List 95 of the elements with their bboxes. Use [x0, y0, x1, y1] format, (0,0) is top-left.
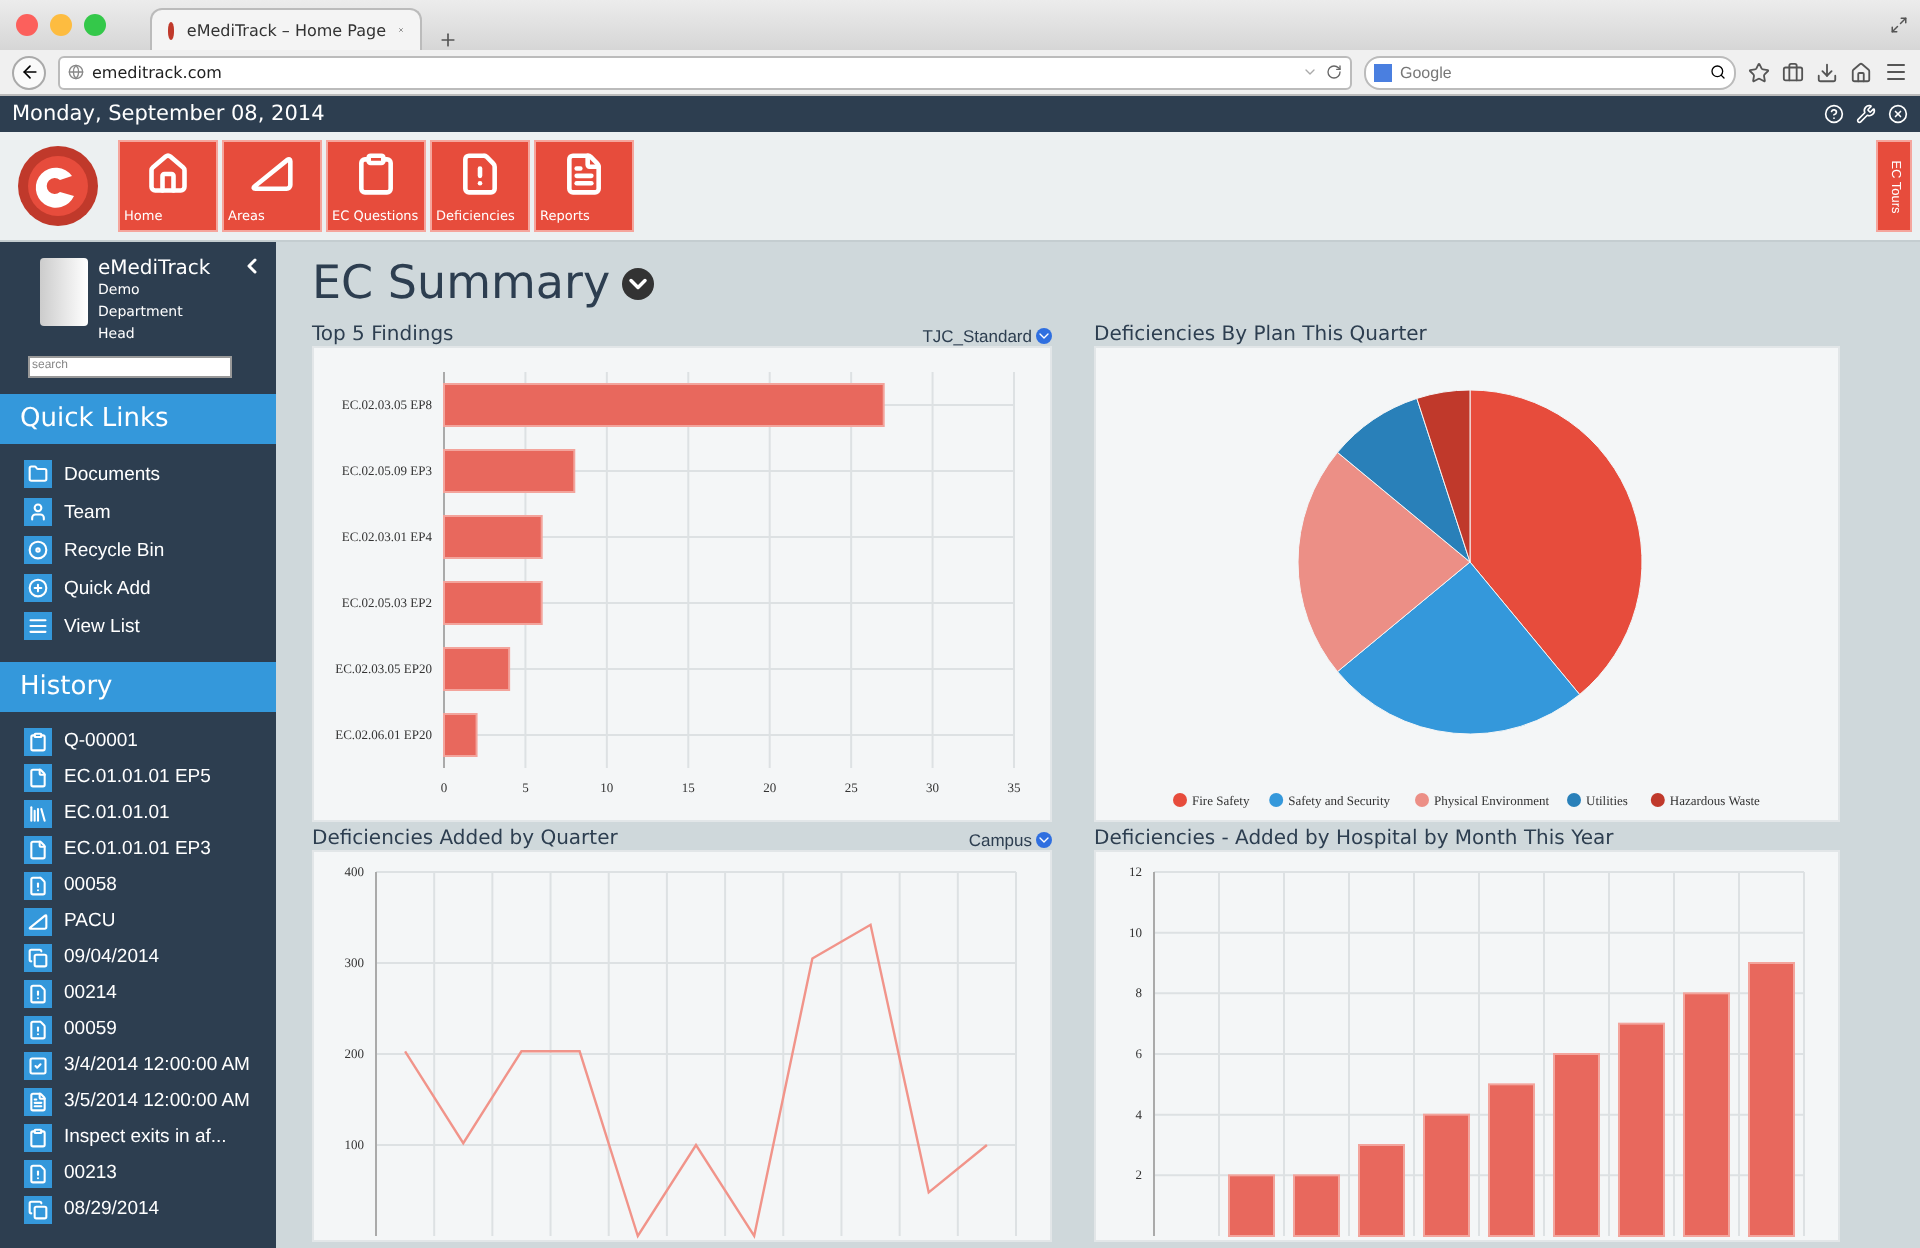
sidebar-link[interactable]: View List — [0, 607, 276, 646]
star-icon — [1748, 61, 1770, 83]
page-icon — [24, 763, 52, 792]
house-icon — [146, 152, 190, 196]
person-icon — [24, 498, 52, 527]
page-icon — [24, 835, 52, 864]
sidebar-link[interactable]: 3/5/2014 12:00:00 AM — [0, 1083, 276, 1120]
profile-picture — [40, 258, 88, 326]
browser-tab[interactable]: eMediTrack – Home Page — [150, 8, 422, 50]
clipboard-icon — [354, 152, 398, 196]
bar — [443, 449, 576, 493]
bookmark-button[interactable] — [1748, 61, 1770, 83]
download-icon — [1816, 61, 1838, 83]
arrow-left-icon — [19, 62, 39, 82]
bar — [1423, 1113, 1470, 1237]
disc-icon — [24, 536, 52, 565]
section-header: Quick Links — [0, 393, 276, 444]
clipboard-icon — [24, 727, 52, 756]
globe-icon — [68, 64, 84, 80]
folder-icon — [24, 460, 52, 489]
warning-document-icon — [458, 152, 502, 196]
sidebar-link[interactable]: Q-00001 — [0, 723, 276, 760]
panel-title: Deficiencies - Added by Hospital by Month This Year — [1094, 828, 1614, 850]
bar — [443, 713, 478, 757]
sidebar-link[interactable]: Quick Add — [0, 569, 276, 608]
copies-icon — [24, 943, 52, 972]
user-name: eMediTrack — [98, 258, 213, 280]
triangle-icon — [250, 152, 294, 196]
bar — [443, 581, 543, 625]
menu-button[interactable] — [1884, 60, 1908, 84]
fullscreen-button[interactable] — [1890, 16, 1908, 34]
sidebar-link[interactable]: 00213 — [0, 1155, 276, 1192]
bar — [443, 647, 511, 691]
search-field[interactable]: Google — [1364, 55, 1736, 89]
checkbox-icon — [24, 1051, 52, 1080]
bar — [1228, 1174, 1275, 1237]
expand-icon — [1890, 16, 1908, 34]
wrench-icon — [1856, 104, 1876, 124]
warning-document-icon — [24, 1159, 52, 1188]
sidebar-link[interactable]: Recycle Bin — [0, 531, 276, 570]
plus-icon — [438, 30, 458, 50]
add-icon — [24, 574, 52, 603]
close-button[interactable] — [1888, 104, 1908, 124]
search-input[interactable]: Google — [1400, 63, 1702, 81]
sidebar-link[interactable]: 00058 — [0, 867, 276, 904]
sidebar-link[interactable]: 09/04/2014 — [0, 939, 276, 976]
page-title: EC Summary — [312, 257, 611, 309]
panel-title: Deficiencies By Plan This Quarter — [1094, 324, 1427, 346]
filter-dropdown[interactable]: TJC_Standard — [922, 326, 1052, 346]
sidebar-link[interactable]: PACU — [0, 903, 276, 940]
menu-icon — [1884, 60, 1908, 84]
app-logo — [16, 144, 100, 228]
reload-icon — [1326, 64, 1342, 80]
sidebar-link[interactable]: 00059 — [0, 1011, 276, 1048]
help-icon — [1824, 104, 1844, 124]
document-icon — [24, 1087, 52, 1116]
home-icon — [1850, 61, 1872, 83]
dropdown-icon — [1302, 64, 1318, 80]
clipboard-icon — [24, 1123, 52, 1152]
panel-title: Deficiencies Added by Quarter — [312, 828, 618, 850]
panel-title: Top 5 Findings — [312, 324, 454, 346]
bar — [1358, 1144, 1405, 1237]
sidebar-link[interactable]: Inspect exits in af... — [0, 1119, 276, 1156]
warning-document-icon — [24, 979, 52, 1008]
section-header: History — [0, 661, 276, 712]
filter-dropdown[interactable]: Campus — [968, 830, 1052, 850]
sidebar-link[interactable]: EC.01.01.01 — [0, 795, 276, 832]
back-button[interactable] — [12, 55, 46, 89]
search-engine-icon — [1374, 63, 1392, 81]
bar — [1293, 1174, 1340, 1237]
date-label: Monday, September 08, 2014 — [12, 102, 327, 126]
sidebar-link[interactable]: EC.01.01.01 EP5 — [0, 759, 276, 796]
dropdown-icon — [622, 267, 655, 299]
bar — [443, 515, 543, 559]
home-button[interactable] — [1850, 61, 1872, 83]
sidebar-link[interactable]: 08/29/2014 — [0, 1191, 276, 1228]
sidebar-link[interactable]: Documents — [0, 455, 276, 494]
close-icon — [1888, 104, 1908, 124]
list-icon — [24, 612, 52, 641]
address-field[interactable]: emeditrack.com — [58, 55, 1352, 89]
download-button[interactable] — [1816, 61, 1838, 83]
warning-document-icon — [24, 1015, 52, 1044]
settings-button[interactable] — [1856, 104, 1876, 124]
help-button[interactable] — [1824, 104, 1844, 124]
warning-document-icon — [24, 871, 52, 900]
sidebar-link[interactable]: Team — [0, 493, 276, 532]
search-icon — [1710, 64, 1726, 80]
books-icon — [24, 799, 52, 828]
site-logo-icon — [168, 21, 175, 39]
sidebar-link[interactable]: 3/4/2014 12:00:00 AM — [0, 1047, 276, 1084]
sidebar-link[interactable]: 00214 — [0, 975, 276, 1012]
document-icon — [562, 152, 606, 196]
new-tab-button[interactable] — [438, 30, 458, 50]
sidebar-link[interactable]: EC.01.01.01 EP3 — [0, 831, 276, 868]
copies-icon — [24, 1195, 52, 1224]
